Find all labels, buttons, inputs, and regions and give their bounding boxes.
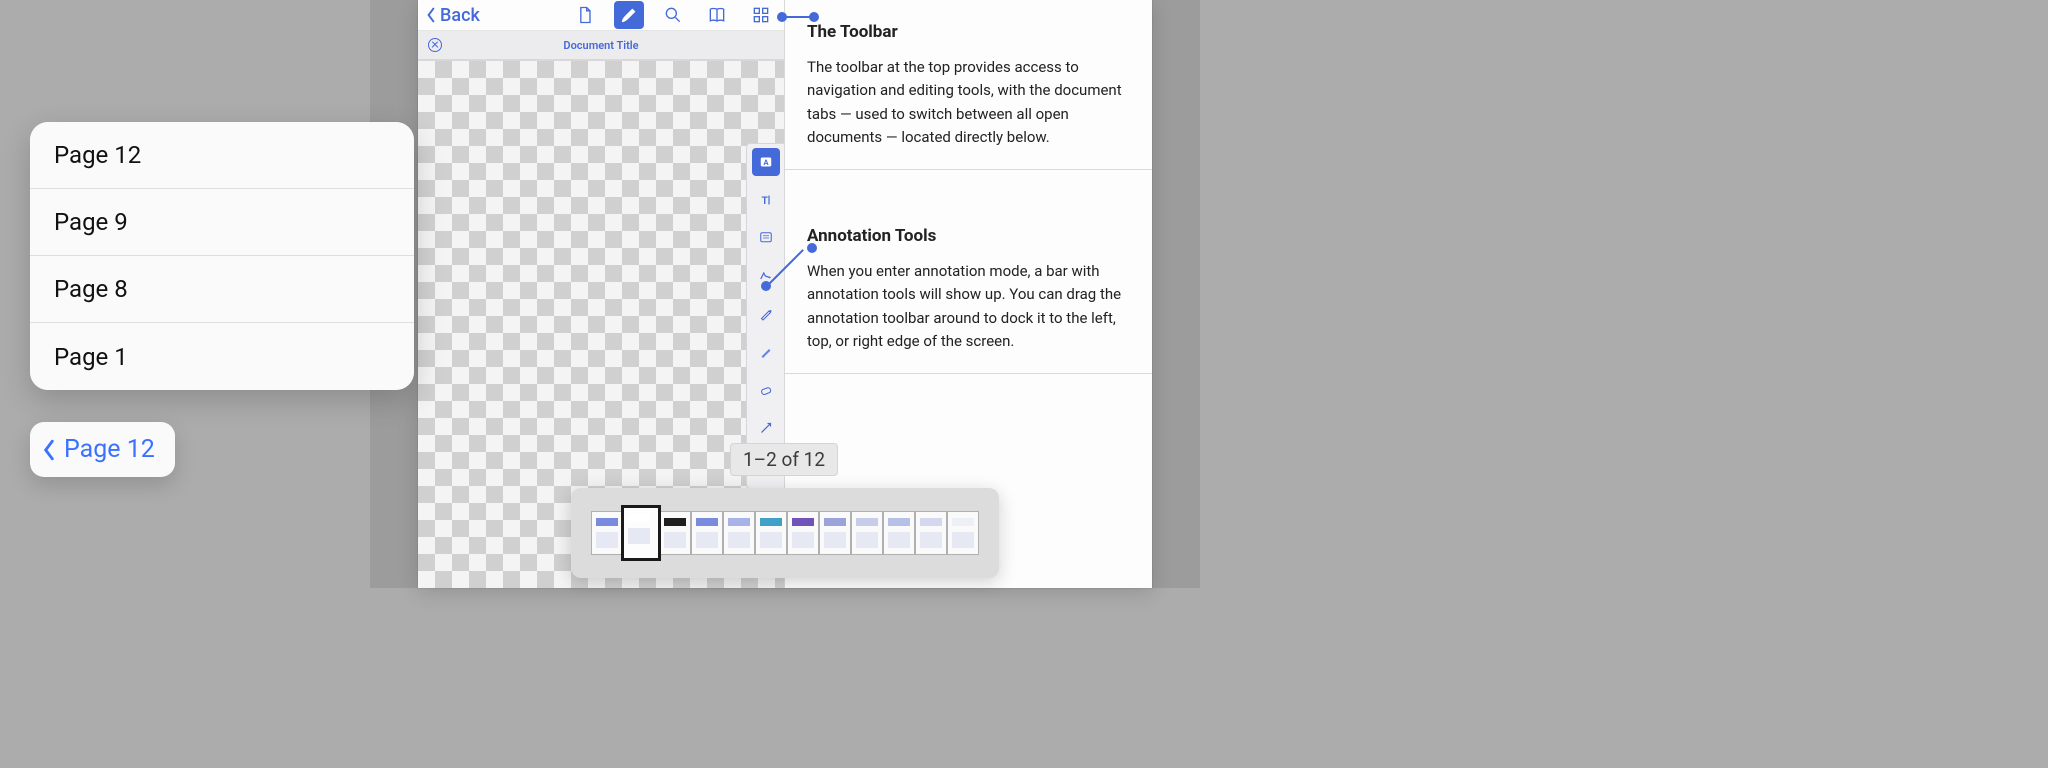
history-item-label: Page 1 bbox=[54, 343, 128, 371]
history-item-label: Page 8 bbox=[54, 275, 128, 303]
annotation-toolbar[interactable]: A T bbox=[746, 143, 784, 489]
ink-icon bbox=[757, 305, 775, 323]
back-label: Back bbox=[440, 5, 480, 26]
toolbar-search-button[interactable] bbox=[658, 1, 688, 29]
right-gutter bbox=[1152, 0, 1200, 588]
toolbar-annotate-button[interactable] bbox=[614, 1, 644, 29]
arrow-icon bbox=[757, 419, 775, 437]
page-counter: 1–2 of 12 bbox=[730, 443, 838, 476]
chevron-left-icon bbox=[42, 439, 56, 461]
callout-dot bbox=[761, 281, 771, 291]
back-button[interactable]: Back bbox=[426, 5, 480, 26]
pencil-icon bbox=[619, 5, 639, 25]
close-tab-button[interactable] bbox=[428, 38, 442, 52]
page-thumbnail[interactable] bbox=[851, 511, 883, 555]
page-thumbnail[interactable] bbox=[691, 511, 723, 555]
document-tab-bar: Document Title bbox=[418, 31, 784, 60]
section-heading: Annotation Tools bbox=[807, 226, 1130, 246]
page-thumbnail[interactable] bbox=[915, 511, 947, 555]
history-item-label: Page 12 bbox=[54, 141, 141, 169]
page-thumbnail[interactable] bbox=[659, 511, 691, 555]
content-section: The Toolbar The toolbar at the top provi… bbox=[785, 0, 1152, 170]
document-tab-title[interactable]: Document Title bbox=[450, 39, 752, 52]
annot-tool-eraser[interactable] bbox=[752, 376, 780, 404]
history-item[interactable]: Page 12 bbox=[30, 122, 414, 189]
chevron-left-icon bbox=[426, 7, 436, 23]
section-body: When you enter annotation mode, a bar wi… bbox=[807, 260, 1130, 353]
section-body: The toolbar at the top provides access t… bbox=[807, 56, 1130, 149]
annot-tool-ink[interactable] bbox=[752, 300, 780, 328]
history-item[interactable]: Page 9 bbox=[30, 189, 414, 256]
history-item-label: Page 9 bbox=[54, 208, 128, 236]
back-history-label: Page 12 bbox=[64, 435, 155, 464]
page-thumbnail[interactable] bbox=[787, 511, 819, 555]
page-thumbnail[interactable] bbox=[947, 511, 979, 555]
top-toolbar: Back bbox=[418, 0, 784, 31]
page-thumbnail[interactable] bbox=[755, 511, 787, 555]
page-thumbnail[interactable] bbox=[591, 511, 623, 555]
page-thumbnail[interactable] bbox=[621, 505, 661, 561]
toolbar-outline-button[interactable] bbox=[702, 1, 732, 29]
content-section: Annotation Tools When you enter annotati… bbox=[785, 170, 1152, 374]
grid-icon bbox=[751, 5, 771, 25]
annot-tool-freetext[interactable]: T bbox=[752, 186, 780, 214]
document-icon bbox=[575, 5, 595, 25]
book-icon bbox=[707, 5, 727, 25]
annot-tool-line[interactable] bbox=[752, 414, 780, 442]
toolbar-document-button[interactable] bbox=[570, 1, 600, 29]
annot-tool-marker[interactable] bbox=[752, 338, 780, 366]
page-thumbnail[interactable] bbox=[819, 511, 851, 555]
annot-tool-highlight[interactable]: A bbox=[752, 148, 780, 176]
marker-icon bbox=[757, 343, 775, 361]
thumbnail-scrubber[interactable] bbox=[571, 488, 999, 578]
text-icon: T bbox=[757, 191, 775, 209]
back-history-button[interactable]: Page 12 bbox=[30, 422, 175, 477]
note-icon bbox=[757, 229, 775, 247]
search-icon bbox=[663, 5, 683, 25]
page-thumbnail[interactable] bbox=[883, 511, 915, 555]
svg-text:T: T bbox=[761, 194, 768, 207]
eraser-icon bbox=[757, 381, 775, 399]
section-heading: The Toolbar bbox=[807, 22, 1130, 42]
text-highlight-icon: A bbox=[757, 153, 775, 171]
history-item[interactable]: Page 1 bbox=[30, 323, 414, 390]
history-popover: Page 12 Page 9 Page 8 Page 1 bbox=[30, 122, 414, 390]
history-item[interactable]: Page 8 bbox=[30, 256, 414, 323]
annot-tool-note[interactable] bbox=[752, 224, 780, 252]
page-thumbnail[interactable] bbox=[723, 511, 755, 555]
toolbar-thumbnails-button[interactable] bbox=[746, 1, 776, 29]
